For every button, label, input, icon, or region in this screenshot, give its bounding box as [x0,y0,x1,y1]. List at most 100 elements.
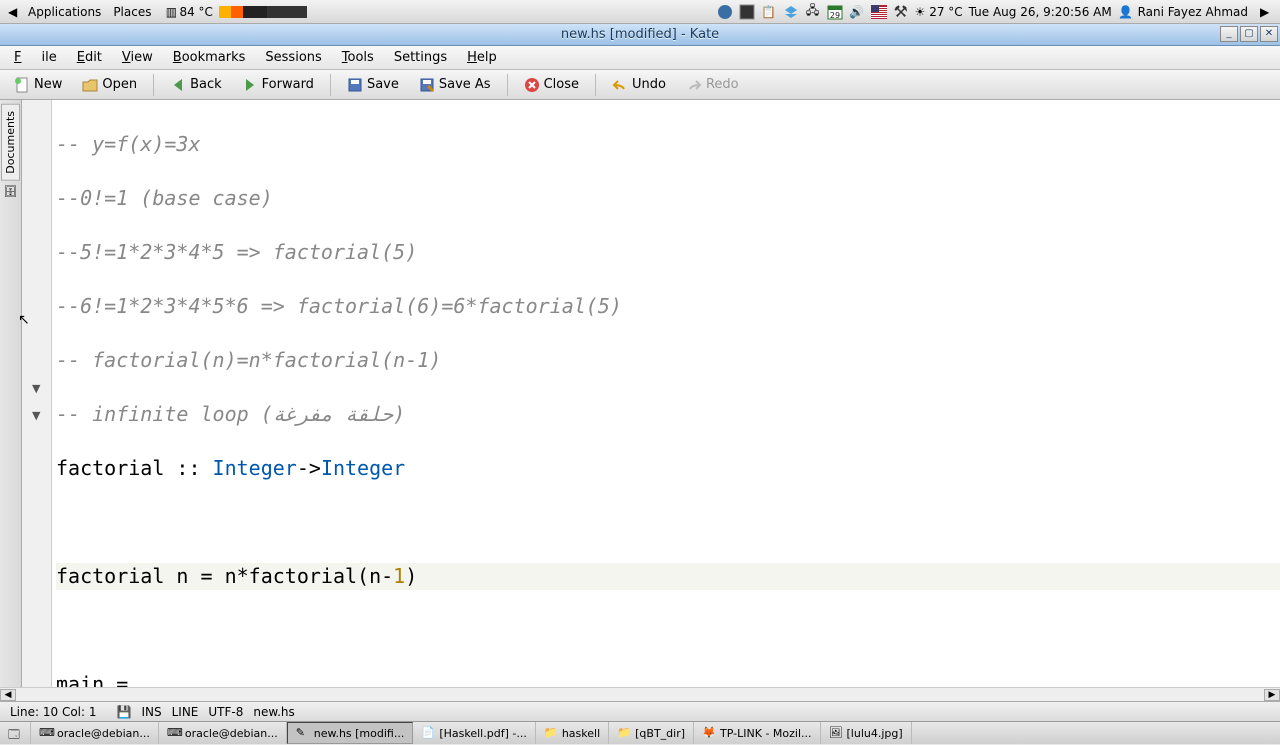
statusbar: Line: 10 Col: 1 💾 INS LINE UTF-8 new.hs [0,701,1280,721]
folder-icon: 📁 [544,726,558,740]
task-label: [lulu4.jpg] [847,727,903,740]
undo-button[interactable]: Undo [604,75,674,95]
applications-menu[interactable]: Applications [22,3,107,21]
taskbar-item[interactable]: 📁 [qBT_dir] [609,722,694,744]
forward-button[interactable]: Forward [234,75,322,95]
scroll-right-arrow[interactable]: ▶ [1264,689,1280,701]
close-window-button[interactable]: ✕ [1260,26,1278,42]
panel-right-arrow[interactable]: ▶ [1254,3,1274,21]
pdf-icon: 📄 [421,726,435,740]
clock[interactable]: Tue Aug 26, 9:20:56 AM [969,5,1112,19]
task-label: [qBT_dir] [635,727,685,740]
show-desktop-button[interactable]: 🗔 [0,722,31,744]
new-file-icon [14,77,30,93]
bluetooth-icon[interactable]: ⚒ [893,4,909,20]
volume-icon[interactable]: 🔊 [849,4,865,20]
save-label: Save [367,77,399,92]
code-editor[interactable]: -- y=f(x)=3x --0!=1 (base case) --5!=1*2… [52,100,1280,687]
task-label: oracle@debian... [185,727,278,740]
terminal-icon[interactable] [739,4,755,20]
taskbar-item[interactable]: 🦊TP-LINK - Mozil... [694,722,820,744]
clipboard-icon[interactable]: 📋 [761,4,777,20]
maximize-button[interactable]: ▢ [1240,26,1258,42]
close-label: Close [544,77,579,92]
taskbar-item-active[interactable]: ✎new.hs [modifi... [287,722,414,744]
editor-wrap: ▼ ▼ -- y=f(x)=3x --0!=1 (base case) --5!… [22,100,1280,687]
taskbar-item[interactable]: 🖼 [lulu4.jpg] [821,722,912,744]
open-folder-icon [82,77,98,93]
desktop-icon: 🗔 [8,726,22,740]
encoding[interactable]: UTF-8 [208,705,243,719]
menu-tools[interactable]: Tools [332,47,384,68]
task-label: [Haskell.pdf] -... [439,727,526,740]
image-icon: 🖼 [829,726,843,740]
weather-applet[interactable]: ☀ 27 °C [915,5,963,19]
user-icon: 👤 [1118,4,1134,20]
fold-marker[interactable]: ▼ [32,409,40,422]
save-icon [347,77,363,93]
editor-gutter[interactable]: ▼ ▼ [22,100,52,687]
open-label: Open [102,77,137,92]
filesystem-icon[interactable]: 🗄 [4,185,18,198]
scroll-left-arrow[interactable]: ◀ [0,689,16,701]
calendar-icon[interactable]: 29 [827,4,843,20]
folder-icon: 📁 [617,726,631,740]
eol-mode[interactable]: LINE [172,705,199,719]
save-button[interactable]: Save [339,75,407,95]
back-button[interactable]: Back [162,75,230,95]
code-token: ) [405,564,417,588]
taskbar-item[interactable]: ⌨oracle@debian... [31,722,159,744]
network-icon[interactable]: 🖧 [805,4,821,20]
task-label: TP-LINK - Mozil... [720,727,811,740]
code-line: --0!=1 (base case) [56,186,273,210]
cursor-position: Line: 10 Col: 1 [10,705,97,719]
new-label: New [34,77,62,92]
horizontal-scrollbar[interactable]: ◀ ▶ [0,687,1280,701]
cpu-temp-applet[interactable]: ▥84 °C [157,2,218,22]
panel-left-arrow[interactable]: ◀ [2,3,22,21]
places-menu[interactable]: Places [107,3,157,21]
code-line: -- factorial(n)=n*factorial(n-1) [56,348,441,372]
menu-help[interactable]: Help [457,47,507,68]
redo-label: Redo [706,77,739,92]
system-tray: 📋 🖧 29 🔊 ⚒ ☀ 27 °C Tue Aug 26, 9:20:56 A… [717,3,1278,21]
code-token: Integer [321,456,405,480]
svg-text:29: 29 [830,11,840,20]
window-titlebar[interactable]: new.hs [modified] - Kate _ ▢ ✕ [0,24,1280,46]
code-token: -> [297,456,321,480]
close-button[interactable]: Close [516,75,587,95]
menu-settings[interactable]: Settings [384,47,457,68]
dropbox-icon[interactable] [783,4,799,20]
menu-file[interactable]: File [4,47,67,68]
code-token: factorial [56,456,176,480]
taskbar: 🗔 ⌨oracle@debian... ⌨oracle@debian... ✎n… [0,721,1280,744]
taskbar-item[interactable]: 📄 [Haskell.pdf] -... [413,722,535,744]
task-label: new.hs [modifi... [314,727,405,740]
minimize-button[interactable]: _ [1220,26,1238,42]
menubar: File Edit View Bookmarks Sessions Tools … [0,46,1280,70]
keyboard-layout-icon[interactable] [871,4,887,20]
globe-icon[interactable] [717,4,733,20]
system-monitor-applet[interactable] [219,6,307,18]
save-as-button[interactable]: Save As [411,75,499,95]
close-icon [524,77,540,93]
menu-bookmarks[interactable]: Bookmarks [163,47,256,68]
redo-icon [686,77,702,93]
taskbar-item[interactable]: 📁haskell [536,722,609,744]
menu-sessions[interactable]: Sessions [255,47,331,68]
taskbar-item[interactable]: ⌨ oracle@debian... [159,722,287,744]
menu-view[interactable]: View [112,47,163,68]
insert-mode[interactable]: INS [141,705,161,719]
terminal-icon: ⌨ [167,726,181,740]
toolbar-separator [595,74,596,96]
weather-temp: 27 °C [929,5,962,19]
fold-marker[interactable]: ▼ [32,382,40,395]
code-token: main = [56,672,128,687]
open-button[interactable]: Open [74,75,145,95]
code-line: --5!=1*2*3*4*5 => factorial(5) [56,240,417,264]
user-menu[interactable]: 👤 Rani Fayez Ahmad [1118,4,1248,20]
new-button[interactable]: New [6,75,70,95]
menu-edit[interactable]: Edit [67,47,112,68]
redo-button[interactable]: Redo [678,75,747,95]
documents-tab[interactable]: Documents [1,104,20,181]
